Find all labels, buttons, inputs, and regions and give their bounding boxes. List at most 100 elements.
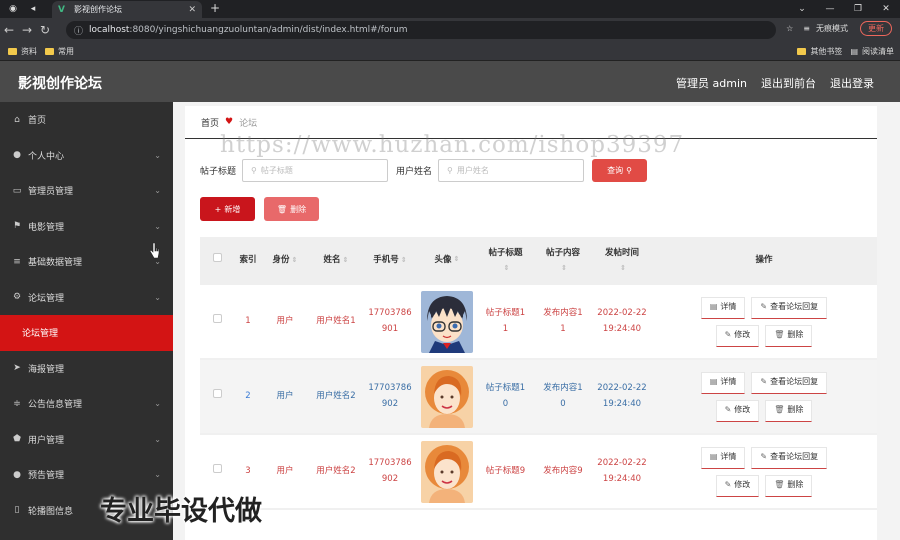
cell-index: 3: [245, 465, 251, 476]
sidebar-item[interactable]: ≡ 基础数据管理 ⌄: [0, 244, 173, 280]
sidebar-item[interactable]: ⚑ 电影管理 ⌄: [0, 209, 173, 245]
folder-icon: [797, 47, 807, 55]
sidebar-item-label: 个人中心: [28, 151, 65, 162]
header-content[interactable]: 帖子内容 ⇕: [533, 246, 593, 277]
bookmark-star-icon[interactable]: ☆: [786, 24, 793, 33]
restore-icon[interactable]: ❐: [844, 0, 872, 18]
mute-icon[interactable]: ◂: [26, 2, 40, 16]
edit-button[interactable]: ✎ 修改: [715, 324, 760, 347]
plus-icon: +: [214, 204, 222, 214]
edit-button[interactable]: ✎ 修改: [715, 474, 760, 497]
sort-icon: ⇕: [291, 256, 298, 265]
home-icon: ⌂: [14, 114, 20, 125]
document-icon: ▤: [709, 452, 718, 462]
reading-list[interactable]: ▤ 阅读清单: [850, 46, 894, 57]
header-time[interactable]: 发帖时间 ⇕: [593, 246, 651, 277]
content-text: 发布内容9: [543, 465, 583, 476]
new-tab-icon[interactable]: +: [210, 1, 220, 15]
select-all-checkbox[interactable]: [212, 253, 222, 263]
title-search-input[interactable]: ⚲ 帖子标题: [242, 159, 389, 182]
cell-name: 用户姓名2: [316, 390, 356, 401]
title-text: 帖子标题9: [485, 465, 526, 476]
table-row[interactable]: 1 用户 用户姓名1 17703786901 帖子标题11 发布内容11 2022-02-2…: [200, 285, 877, 360]
url-field[interactable]: ⓘ localhost :8080/yingshichuangzuoluntan…: [66, 21, 776, 39]
bookmark-folder[interactable]: 常用: [45, 46, 74, 57]
detail-button[interactable]: ▤ 详情: [700, 371, 746, 394]
delete-button[interactable]: 🗑 删除: [765, 399, 813, 422]
view-replies-button[interactable]: ✎ 查看论坛回复: [751, 446, 828, 469]
row-checkbox[interactable]: [212, 463, 222, 473]
sidebar-item[interactable]: ▭ 管理员管理 ⌄: [0, 173, 173, 209]
detail-button[interactable]: ▤ 详情: [700, 296, 746, 319]
sort-icon: ⇕: [400, 256, 407, 265]
browser-tab[interactable]: V 影视创作论坛 ✕: [52, 1, 202, 18]
user-search-input[interactable]: ⚲ 用户姓名: [438, 159, 585, 182]
sidebar-item[interactable]: ● 预告管理 ⌄: [0, 457, 173, 493]
breadcrumb-home[interactable]: 首页: [201, 116, 219, 129]
view-replies-button[interactable]: ✎ 查看论坛回复: [751, 371, 828, 394]
sidebar-item[interactable]: ⚙ 论坛管理 ⌄: [0, 280, 173, 316]
close-window-icon[interactable]: ✕: [872, 0, 900, 18]
row-checkbox[interactable]: [212, 313, 222, 323]
sidebar-item[interactable]: ⬟ 用户管理 ⌄: [0, 422, 173, 458]
logout-link[interactable]: 退出登录: [830, 75, 874, 91]
sidebar-item-label: 轮播图信息: [28, 506, 74, 517]
table-row[interactable]: 3 用户 用户姓名2 17703786902 帖子标题9 发布内容9 2022-02-22 …: [200, 435, 877, 510]
row-checkbox[interactable]: [212, 388, 222, 398]
sliders-icon: ≑: [13, 398, 21, 409]
search-icon: ⚲: [447, 166, 453, 175]
sidebar-item[interactable]: ● 个人中心 ⌄: [0, 138, 173, 174]
sidebar-item-label: 公告信息管理: [28, 400, 83, 411]
chevron-down-icon: ⌄: [154, 150, 161, 160]
tab-search-icon[interactable]: ⌄: [788, 0, 816, 18]
document-icon: ▤: [709, 377, 718, 387]
edit-button[interactable]: ✎ 修改: [715, 399, 760, 422]
title-search-label: 帖子标题: [200, 167, 237, 177]
browser-menu-icon[interactable]: ◉: [6, 2, 20, 16]
reading-list-icon[interactable]: ≡: [803, 24, 810, 33]
other-bookmarks[interactable]: 其他书签: [797, 46, 842, 57]
minimize-icon[interactable]: —: [816, 0, 844, 18]
cell-ops: ▤ 详情 ✎ 查看论坛回复 ✎ 修改 🗑 删除: [651, 294, 877, 350]
cell-title: 帖子标题10: [478, 381, 533, 412]
header-role[interactable]: 身份 ⇕: [262, 253, 308, 268]
avatar: [421, 440, 473, 503]
sidebar-item[interactable]: ≑ 公告信息管理 ⌄: [0, 386, 173, 422]
sidebar-item[interactable]: ➤ 海报管理: [0, 351, 173, 387]
bookmark-folder[interactable]: 资料: [8, 46, 37, 57]
sort-icon: ⇕: [620, 264, 626, 272]
cell-time: 2022-02-22 19:24:40: [593, 381, 651, 412]
header-phone[interactable]: 手机号 ⇕: [364, 253, 416, 268]
back-icon[interactable]: ←: [0, 23, 18, 37]
reload-icon[interactable]: ↻: [36, 23, 54, 37]
delete-button[interactable]: 🗑 删除: [765, 474, 813, 497]
heart-icon: ♥: [225, 117, 234, 127]
query-button[interactable]: 查询 ⚲: [592, 159, 648, 182]
cell-avatar: [416, 365, 478, 428]
header-avatar[interactable]: 头像 ⇕: [416, 253, 478, 268]
forward-icon[interactable]: →: [18, 23, 36, 37]
edit-icon: ✎: [760, 302, 768, 312]
chevron-down-icon: ⌄: [154, 221, 161, 231]
url-path: :8080/yingshichuangzuoluntan/admin/dist/…: [129, 25, 408, 35]
search-icon: ⚲: [626, 166, 632, 175]
update-button[interactable]: 更新: [860, 21, 892, 36]
sidebar-item[interactable]: 论坛管理: [0, 315, 173, 351]
edit-icon: ✎: [724, 405, 732, 415]
tab-title: 影视创作论坛: [74, 5, 122, 14]
cell-title: 帖子标题11: [478, 306, 533, 337]
back-to-front-link[interactable]: 退出到前台: [761, 75, 816, 91]
delete-button[interactable]: 🗑 删除: [765, 324, 813, 347]
detail-button[interactable]: ▤ 详情: [700, 446, 746, 469]
chevron-down-icon: ⌄: [154, 292, 161, 302]
cell-phone: 17703786902: [364, 381, 416, 412]
header-name[interactable]: 姓名 ⇕: [308, 253, 364, 268]
incognito-label[interactable]: 无痕模式: [816, 23, 848, 34]
sidebar-item[interactable]: ⌂ 首页: [0, 102, 173, 138]
batch-delete-button[interactable]: 🗑 删除: [264, 197, 319, 221]
tab-close-icon[interactable]: ✕: [188, 5, 196, 15]
view-replies-button[interactable]: ✎ 查看论坛回复: [751, 296, 828, 319]
table-row[interactable]: 2 用户 用户姓名2 17703786902 帖子标题10 发布内容10 2022-02-2…: [200, 360, 877, 435]
header-title[interactable]: 帖子标题 ⇕: [478, 246, 533, 277]
add-button[interactable]: + 新增: [200, 197, 255, 221]
